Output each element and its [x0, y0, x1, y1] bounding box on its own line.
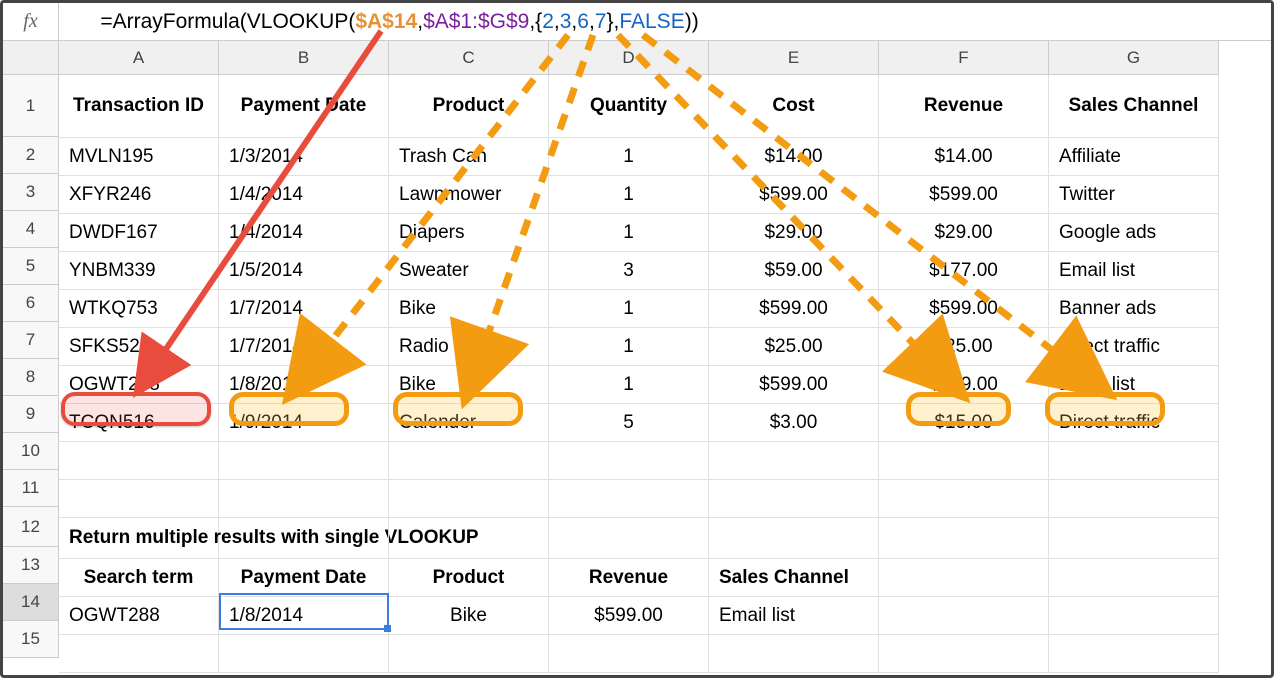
row-header-12[interactable]: 12	[3, 507, 59, 547]
row-header-5[interactable]: 5	[3, 248, 59, 285]
col-header-D[interactable]: D	[549, 41, 709, 74]
section-title-row: Return multiple results with single VLOO…	[59, 518, 1219, 559]
row-header-3[interactable]: 3	[3, 174, 59, 211]
header-payment-date[interactable]: Payment Date	[219, 75, 389, 137]
row-header-8[interactable]: 8	[3, 359, 59, 396]
col-header-E[interactable]: E	[709, 41, 879, 74]
table-row: MVLN1951/3/2014Trash Can1$14.00$14.00Aff…	[59, 138, 1219, 176]
grid: Transaction ID Payment Date Product Quan…	[59, 75, 1219, 673]
formula-fn: =ArrayFormula(VLOOKUP(	[100, 10, 355, 33]
row-header-11[interactable]: 11	[3, 470, 59, 507]
section-title[interactable]: Return multiple results with single VLOO…	[59, 518, 219, 558]
fx-icon: fx	[3, 3, 59, 40]
col-header-F[interactable]: F	[879, 41, 1049, 74]
header-revenue[interactable]: Revenue	[879, 75, 1049, 137]
header-product[interactable]: Product	[389, 75, 549, 137]
header-quantity[interactable]: Quantity	[549, 75, 709, 137]
table-row: XFYR2461/4/2014Lawnmower1$599.00$599.00T…	[59, 176, 1219, 214]
formula-arg2: $A$1:$G$9	[423, 10, 529, 33]
row-header-6[interactable]: 6	[3, 285, 59, 322]
row-header-10[interactable]: 10	[3, 433, 59, 470]
col-header-C[interactable]: C	[389, 41, 549, 74]
formula-bar: fx =ArrayFormula(VLOOKUP($A$14,$A$1:$G$9…	[3, 3, 1271, 41]
column-headers: A B C D E F G	[59, 41, 1219, 75]
col-header-G[interactable]: G	[1049, 41, 1219, 74]
table-row: OGWT2881/8/2014Bike1$599.00$599.00Email …	[59, 366, 1219, 404]
header-sales-channel[interactable]: Sales Channel	[1049, 75, 1219, 137]
table-row: WTKQ7531/7/2014Bike1$599.00$599.00Banner…	[59, 290, 1219, 328]
col-header-B[interactable]: B	[219, 41, 389, 74]
row-header-9[interactable]: 9	[3, 396, 59, 433]
table-row	[59, 442, 1219, 480]
table-row: SFKS5271/7/2014Radio1$25.00$25.00Direct …	[59, 328, 1219, 366]
row-header-14[interactable]: 14	[3, 584, 59, 621]
row-header-4[interactable]: 4	[3, 211, 59, 248]
select-all-corner[interactable]	[3, 41, 59, 75]
table-row: YNBM3391/5/2014Sweater3$59.00$177.00Emai…	[59, 252, 1219, 290]
table-row	[59, 635, 1219, 673]
cell-A14[interactable]: OGWT288	[59, 597, 219, 634]
table-header-row: Transaction ID Payment Date Product Quan…	[59, 75, 1219, 138]
row-header-2[interactable]: 2	[3, 137, 59, 174]
row-header-13[interactable]: 13	[3, 547, 59, 584]
col-header-A[interactable]: A	[59, 41, 219, 74]
result-header-row: Search term Payment Date Product Revenue…	[59, 559, 1219, 597]
header-transaction-id[interactable]: Transaction ID	[59, 75, 219, 137]
cell-B14[interactable]: 1/8/2014	[219, 597, 389, 634]
header-cost[interactable]: Cost	[709, 75, 879, 137]
row-header-7[interactable]: 7	[3, 322, 59, 359]
row-header-15[interactable]: 15	[3, 621, 59, 658]
table-row: TCQN5161/9/2014Calender5$3.00$15.00Direc…	[59, 404, 1219, 442]
table-row: DWDF1671/4/2014Diapers1$29.00$29.00Googl…	[59, 214, 1219, 252]
table-row	[59, 480, 1219, 518]
result-row: OGWT288 1/8/2014 Bike $599.00 Email list	[59, 597, 1219, 635]
formula-arg1: $A$14	[355, 10, 417, 33]
row-headers: 1 2 3 4 5 6 7 8 9 10 11 12 13 14 15	[3, 75, 59, 658]
row-header-1[interactable]: 1	[3, 75, 59, 137]
